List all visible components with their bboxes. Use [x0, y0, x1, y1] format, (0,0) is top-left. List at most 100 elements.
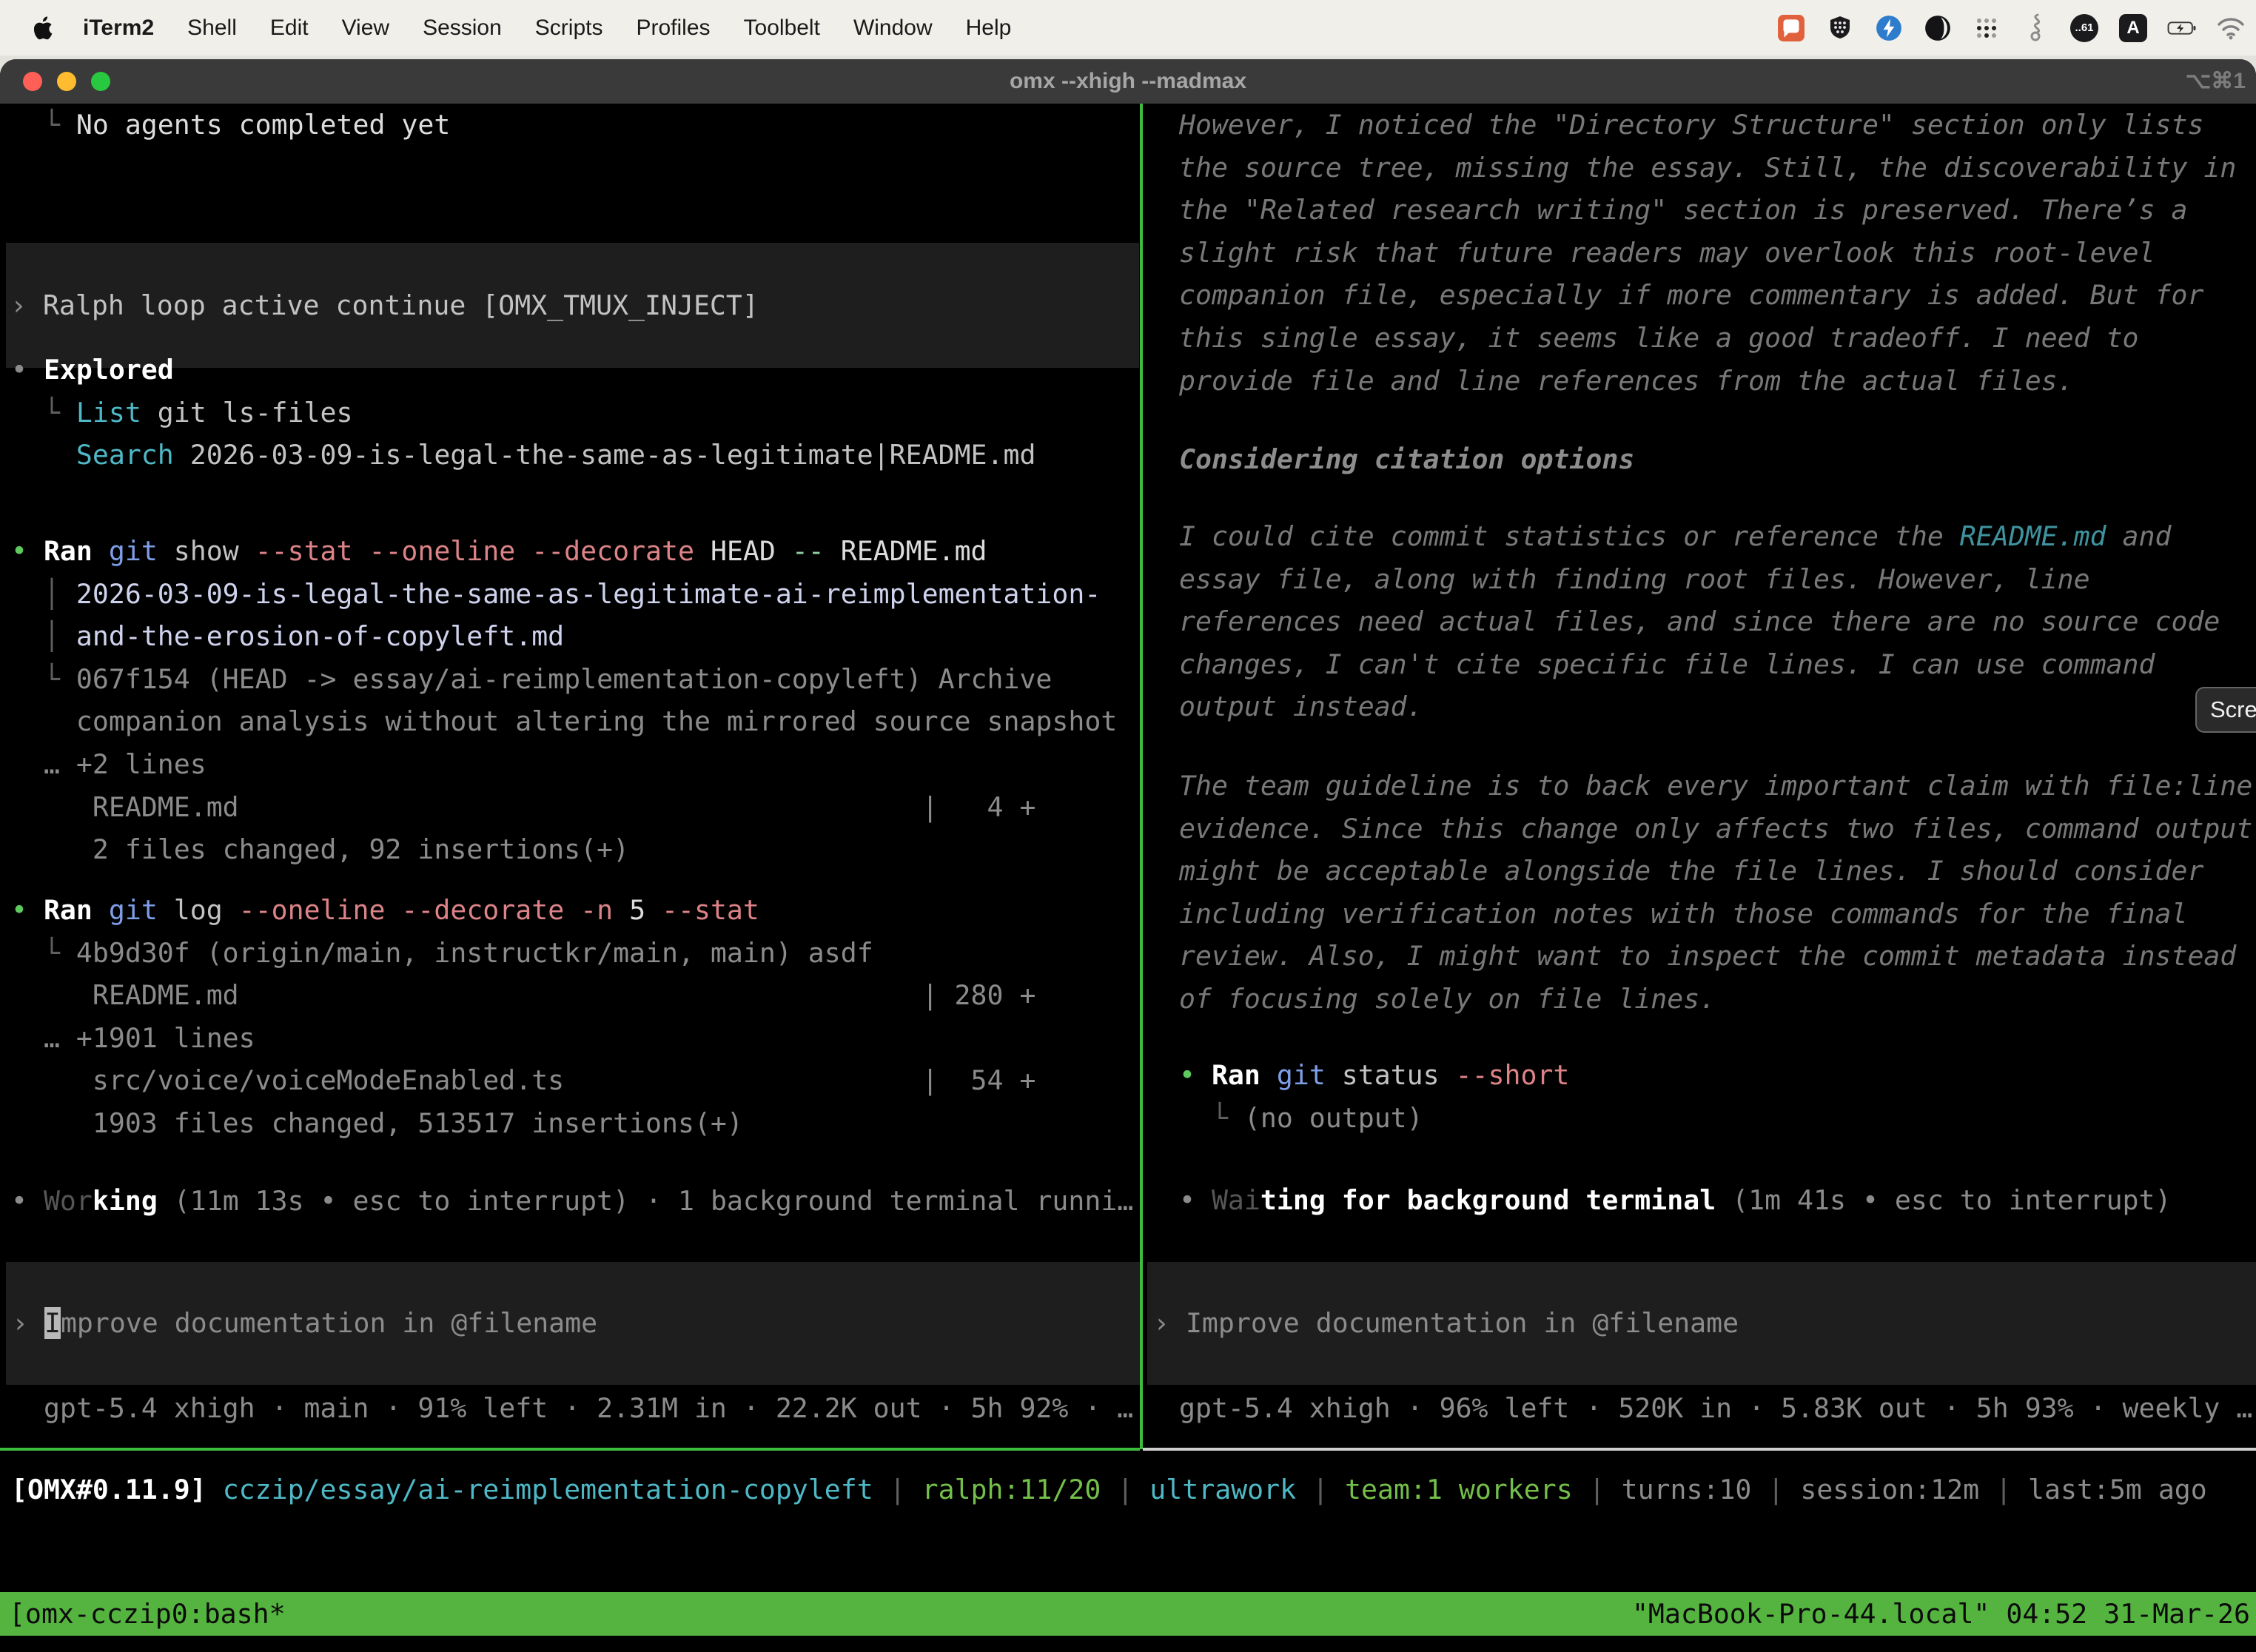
tmux-status-bar: [omx-cczip0:bash* "MacBook-Pro-44.local"…: [0, 1592, 2256, 1636]
iterm2-window: omx --xhigh --madmax ⌥⌘1 └ No agents com…: [0, 59, 2256, 1636]
menu-item-scripts[interactable]: Scripts: [535, 16, 603, 41]
terminal-line: README.md | 280 +: [11, 974, 1140, 1017]
menu-bar: iTerm2 Shell Edit View Session Scripts Profile…: [0, 0, 2256, 56]
menu-items: iTerm2 Shell Edit View Session Scripts Profile…: [83, 16, 1044, 41]
terminal-line: this single essay, it seems like a good …: [1179, 317, 2256, 360]
pane-bottom-border-left: [0, 1448, 1140, 1451]
terminal-line: • Waiting for background terminal (1m 41…: [1179, 1179, 2256, 1222]
terminal-line: › Improve documentation in @filename: [12, 1302, 597, 1345]
terminal-line: └ (no output): [1179, 1097, 2256, 1140]
reasoning-para-1: However, I noticed the "Directory Struct…: [1143, 104, 2256, 402]
pane-divider[interactable]: [1140, 104, 1143, 1449]
terminal-line: └ 4b9d30f (origin/main, instructkr/main,…: [11, 932, 1140, 975]
terminal-line: │ 2026-03-09-is-legal-the-same-as-legiti…: [11, 573, 1140, 616]
terminal-line: • Ran git show --stat --oneline --decora…: [11, 530, 1140, 573]
terminal-line: └ 067f154 (HEAD -> essay/ai-reimplementa…: [11, 658, 1140, 701]
terminal-line: Search 2026-03-09-is-legal-the-same-as-l…: [11, 434, 1140, 477]
crescent-app-icon[interactable]: [1923, 13, 1953, 43]
menu-item-session[interactable]: Session: [423, 16, 502, 41]
menu-item-edit[interactable]: Edit: [270, 16, 309, 41]
wifi-icon[interactable]: [2216, 13, 2246, 43]
terminal-line: gpt-5.4 xhigh · main · 91% left · 2.31M …: [11, 1387, 1140, 1430]
squiggle-icon[interactable]: [2021, 13, 2050, 43]
terminal-line: might be acceptable alongside the file l…: [1179, 850, 2256, 893]
window-title: omx --xhigh --madmax: [0, 59, 2256, 104]
screen-notification-tooltip[interactable]: Scre: [2195, 687, 2256, 733]
terminal-line: [OMX#0.11.9] cczip/essay/ai-reimplementa…: [11, 1468, 2256, 1511]
working-status-line: • Working (11m 13s • esc to interrupt) ·…: [0, 1180, 1140, 1223]
terminal-line: companion file, especially if more comme…: [1179, 274, 2256, 317]
terminal-pane-left[interactable]: └ No agents completed yet › Ralph loop a…: [0, 104, 1140, 1449]
terminal-pane-right[interactable]: However, I noticed the "Directory Struct…: [1143, 104, 2256, 1449]
percent-badge-icon[interactable]: ..61: [2069, 13, 2099, 43]
prompt-input-right[interactable]: › Improve documentation in @filename: [1147, 1262, 2256, 1385]
terminal-line: └ List git ls-files: [11, 392, 1140, 434]
terminal-line: the source tree, missing the essay. Stil…: [1179, 147, 2256, 189]
apple-menu-icon[interactable]: [34, 15, 56, 41]
blue-bolt-badge-icon[interactable]: [1874, 13, 1904, 43]
terminal-line: … +1901 lines: [11, 1017, 1140, 1060]
reasoning-heading: Considering citation options: [1143, 438, 2256, 481]
battery-icon[interactable]: [2167, 13, 2197, 43]
menu-item-iterm2[interactable]: iTerm2: [83, 16, 154, 41]
chat-app-icon[interactable]: [1776, 13, 1806, 43]
tmux-session-label: [omx-cczip0:bash*: [9, 1592, 286, 1636]
menubar-status-icons: ..61 A: [1757, 13, 2246, 43]
model-status-left: gpt-5.4 xhigh · main · 91% left · 2.31M …: [0, 1387, 1140, 1430]
model-status-right: gpt-5.4 xhigh · 96% left · 520K in · 5.8…: [1143, 1387, 2256, 1430]
menu-item-shell[interactable]: Shell: [187, 16, 237, 41]
terminal-line: • Ran git log --oneline --decorate -n 5 …: [11, 889, 1140, 932]
terminal-line: including verification notes with those …: [1179, 893, 2256, 936]
dots-grid-icon[interactable]: [1972, 13, 2001, 43]
terminal-line: README.md | 4 +: [11, 786, 1140, 829]
terminal-line: 2 files changed, 92 insertions(+): [11, 828, 1140, 871]
terminal-line: The team guideline is to back every impo…: [1179, 765, 2256, 807]
tooltip-text: Scre: [2210, 696, 2256, 723]
terminal-line: review. Also, I might want to inspect th…: [1179, 935, 2256, 978]
explored-block: • Explored └ List git ls-files Search 20…: [0, 349, 1140, 477]
terminal-line: output instead.: [1179, 685, 2256, 728]
terminal-line: provide file and line references from th…: [1179, 360, 2256, 403]
omx-status-bar: [OMX#0.11.9] cczip/essay/ai-reimplementa…: [0, 1468, 2256, 1511]
terminal-line: evidence. Since this change only affects…: [1179, 807, 2256, 850]
terminal-line: the "Related research writing" section i…: [1179, 189, 2256, 232]
terminal-line: Considering citation options: [1179, 438, 2256, 481]
waiting-status-line: • Waiting for background terminal (1m 41…: [1143, 1179, 2256, 1222]
menu-item-toolbelt[interactable]: Toolbelt: [744, 16, 820, 41]
agents-summary: └ No agents completed yet: [0, 104, 1140, 147]
menu-item-help[interactable]: Help: [966, 16, 1012, 41]
reasoning-para-3: The team guideline is to back every impo…: [1143, 765, 2256, 1021]
menu-item-profiles[interactable]: Profiles: [636, 16, 710, 41]
input-source-icon[interactable]: A: [2118, 13, 2148, 43]
terminal-line: • Working (11m 13s • esc to interrupt) ·…: [11, 1180, 1140, 1223]
terminal-line: 1903 files changed, 513517 insertions(+): [11, 1102, 1140, 1145]
menu-item-view[interactable]: View: [342, 16, 389, 41]
terminal-line: references need actual files, and since …: [1179, 600, 2256, 643]
terminal-line: changes, I can't cite specific file line…: [1179, 643, 2256, 686]
terminal-line: • Ran git status --short: [1179, 1054, 2256, 1097]
terminal-line: … +2 lines: [11, 743, 1140, 786]
prompt-input-left[interactable]: › Improve documentation in @filename: [6, 1262, 1140, 1385]
terminal-line: › Ralph loop active continue [OMX_TMUX_I…: [10, 284, 759, 327]
reasoning-para-2: I could cite commit statistics or refere…: [1143, 515, 2256, 728]
terminal-line: essay file, along with finding root file…: [1179, 558, 2256, 601]
shield-grid-icon[interactable]: [1825, 13, 1855, 43]
terminal-line: gpt-5.4 xhigh · 96% left · 520K in · 5.8…: [1179, 1387, 2256, 1430]
pane-bottom-border-right: [1143, 1448, 2256, 1451]
window-titlebar[interactable]: omx --xhigh --madmax ⌥⌘1: [0, 59, 2256, 104]
terminal-line: │ and-the-erosion-of-copyleft.md: [11, 615, 1140, 658]
terminal-line: └ No agents completed yet: [11, 104, 1140, 147]
window-shortcut-badge: ⌥⌘1: [2186, 59, 2246, 104]
terminal-line: slight risk that future readers may over…: [1179, 232, 2256, 275]
git-status-block: • Ran git status --short └ (no output): [1143, 1054, 2256, 1139]
terminal-line: However, I noticed the "Directory Struct…: [1179, 104, 2256, 147]
terminal-line: src/voice/voiceModeEnabled.ts | 54 +: [11, 1059, 1140, 1102]
git-log-block: • Ran git log --oneline --decorate -n 5 …: [0, 889, 1140, 1145]
terminal-line: of focusing solely on file lines.: [1179, 978, 2256, 1021]
menu-item-window[interactable]: Window: [853, 16, 933, 41]
git-show-block: • Ran git show --stat --oneline --decora…: [0, 530, 1140, 871]
terminal-line: I could cite commit statistics or refere…: [1179, 515, 2256, 558]
terminal-line: companion analysis without altering the …: [11, 700, 1140, 743]
terminal-line: › Improve documentation in @filename: [1153, 1302, 1739, 1345]
terminal-line: • Explored: [11, 349, 1140, 392]
